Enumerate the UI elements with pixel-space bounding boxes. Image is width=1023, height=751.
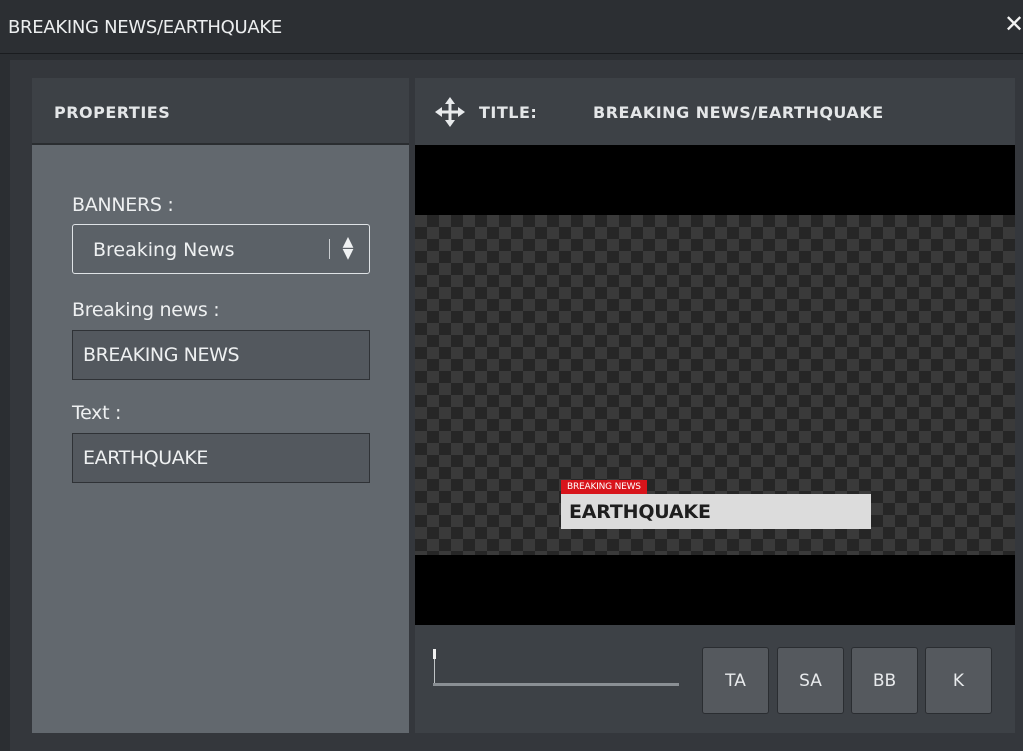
breaking-news-field[interactable]: [72, 330, 370, 380]
lower-third-headline: EARTHQUAKE: [569, 501, 711, 523]
playhead-line: [434, 659, 435, 683]
lower-third-tag: BREAKING NEWS: [561, 480, 647, 494]
timeline-playhead[interactable]: [433, 649, 436, 683]
k-button[interactable]: K: [925, 647, 992, 714]
text-input[interactable]: [73, 434, 369, 482]
window-titlebar: BREAKING NEWS/EARTHQUAKE ✕: [0, 0, 1023, 54]
preview-header: TITLE: BREAKING NEWS/EARTHQUAKE: [415, 78, 1015, 145]
preview-title-label: TITLE:: [479, 103, 538, 122]
banners-select[interactable]: Breaking News ▲ ▼: [72, 224, 370, 274]
preview-title-value: BREAKING NEWS/EARTHQUAKE: [593, 103, 884, 122]
timeline-track[interactable]: [433, 683, 679, 686]
breaking-news-input[interactable]: [73, 331, 369, 379]
preview-controls: TA SA BB K: [415, 625, 1015, 733]
lower-third-bar: EARTHQUAKE: [561, 494, 871, 529]
properties-title: PROPERTIES: [54, 103, 171, 122]
text-field[interactable]: [72, 433, 370, 483]
text-label: Text :: [72, 402, 122, 424]
select-divider: [329, 239, 330, 259]
banners-label: BANNERS :: [72, 194, 174, 216]
properties-header: PROPERTIES: [32, 78, 409, 145]
breaking-news-label: Breaking news :: [72, 299, 220, 321]
banners-select-value: Breaking News: [93, 239, 235, 261]
bb-button[interactable]: BB: [851, 647, 918, 714]
preview-viewport[interactable]: BREAKING NEWS EARTHQUAKE: [415, 145, 1015, 625]
playhead-pin-icon: [433, 649, 436, 659]
updown-arrows-icon: ▲ ▼: [342, 234, 354, 262]
ta-button[interactable]: TA: [702, 647, 769, 714]
window-title: BREAKING NEWS/EARTHQUAKE: [8, 17, 282, 38]
sa-button[interactable]: SA: [777, 647, 844, 714]
close-icon[interactable]: ✕: [1004, 12, 1023, 36]
move-icon[interactable]: [433, 95, 467, 129]
